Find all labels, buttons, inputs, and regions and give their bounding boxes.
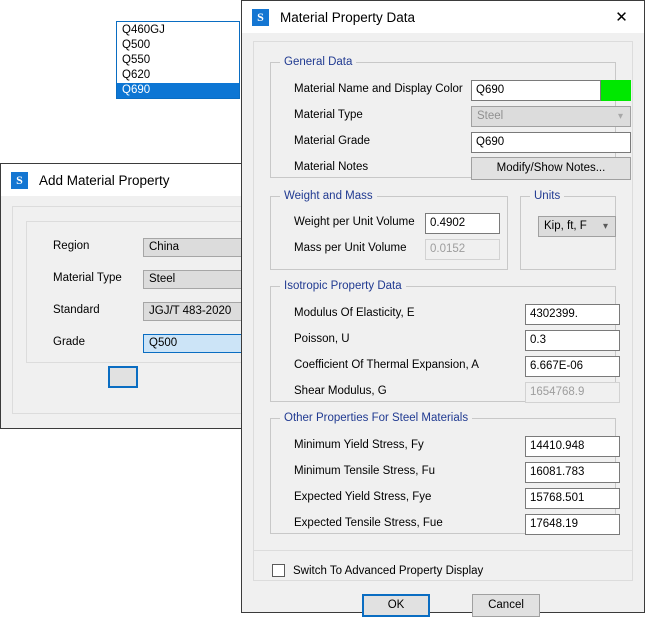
- material-property-data-window: S Material Property Data ✕ General Data …: [241, 0, 645, 613]
- chevron-down-icon: ▾: [618, 107, 623, 126]
- mass-per-unit-volume-row: Mass per Unit Volume 0.0152: [271, 239, 507, 260]
- grade-dropdown-list[interactable]: Q460GJ Q500 Q550 Q620 Q690: [116, 21, 240, 99]
- checkbox-box-icon[interactable]: [272, 564, 285, 577]
- add-material-property-window: S Add Material Property Region China Mat…: [0, 163, 243, 429]
- material-grade-row: Material Grade Q690: [271, 132, 615, 153]
- minimum-yield-stress-input[interactable]: 14410.948: [525, 436, 620, 457]
- weight-per-unit-volume-input[interactable]: 0.4902: [425, 213, 500, 234]
- material-type-label: Material Type: [53, 272, 122, 284]
- modulus-of-elasticity-row: Modulus Of Elasticity, E 4302399.: [271, 304, 615, 325]
- display-color-swatch[interactable]: [601, 80, 631, 101]
- mass-per-unit-volume-label: Mass per Unit Volume: [294, 242, 407, 254]
- switch-advanced-display-label: Switch To Advanced Property Display: [293, 565, 483, 577]
- material-name-row: Material Name and Display Color Q690: [271, 80, 615, 101]
- dropdown-option[interactable]: Q620: [117, 68, 239, 83]
- material-property-titlebar[interactable]: S Material Property Data ✕: [242, 1, 644, 33]
- material-grade-label: Material Grade: [294, 135, 370, 147]
- expected-yield-stress-label: Expected Yield Stress, Fye: [294, 491, 431, 503]
- modify-show-notes-button[interactable]: Modify/Show Notes...: [471, 157, 631, 180]
- material-notes-label: Material Notes: [294, 161, 368, 173]
- weight-per-unit-volume-label: Weight per Unit Volume: [294, 216, 415, 228]
- minimum-tensile-stress-label: Minimum Tensile Stress, Fu: [294, 465, 435, 477]
- dropdown-option-selected[interactable]: Q690: [117, 83, 239, 98]
- units-group: Units Kip, ft, F ▾: [520, 196, 616, 270]
- dropdown-option[interactable]: Q460GJ: [117, 23, 239, 38]
- other-steel-legend: Other Properties For Steel Materials: [280, 412, 472, 424]
- add-material-ok-button[interactable]: [108, 366, 138, 388]
- material-property-panel: General Data Material Name and Display C…: [253, 41, 633, 581]
- isotropic-legend: Isotropic Property Data: [280, 280, 406, 292]
- material-type-value: Steel: [477, 110, 503, 122]
- material-type-select: Steel ▾: [471, 106, 631, 127]
- other-steel-properties-group: Other Properties For Steel Materials Min…: [270, 418, 616, 534]
- expected-tensile-stress-row: Expected Tensile Stress, Fue 17648.19: [271, 514, 615, 535]
- material-grade-input[interactable]: Q690: [471, 132, 631, 153]
- poisson-input[interactable]: 0.3: [525, 330, 620, 351]
- modulus-of-elasticity-input[interactable]: 4302399.: [525, 304, 620, 325]
- region-label: Region: [53, 240, 89, 252]
- grade-label: Grade: [53, 336, 85, 348]
- mass-per-unit-volume-input: 0.0152: [425, 239, 500, 260]
- modulus-of-elasticity-label: Modulus Of Elasticity, E: [294, 307, 415, 319]
- isotropic-property-data-group: Isotropic Property Data Modulus Of Elast…: [270, 286, 616, 402]
- material-name-input[interactable]: Q690: [471, 80, 601, 101]
- shear-modulus-row: Shear Modulus, G 1654768.9: [271, 382, 615, 403]
- units-legend: Units: [530, 190, 564, 202]
- material-property-body: General Data Material Name and Display C…: [242, 33, 644, 612]
- expected-yield-stress-row: Expected Yield Stress, Fye 15768.501: [271, 488, 615, 509]
- app-logo-icon: S: [252, 9, 269, 26]
- material-name-label: Material Name and Display Color: [294, 83, 463, 95]
- standard-label: Standard: [53, 304, 100, 316]
- minimum-yield-stress-label: Minimum Yield Stress, Fy: [294, 439, 424, 451]
- weight-and-mass-legend: Weight and Mass: [280, 190, 377, 202]
- app-logo-icon: S: [11, 172, 28, 189]
- expected-tensile-stress-label: Expected Tensile Stress, Fue: [294, 517, 443, 529]
- shear-modulus-input: 1654768.9: [525, 382, 620, 403]
- add-material-titlebar[interactable]: S Add Material Property: [1, 164, 242, 196]
- poisson-label: Poisson, U: [294, 333, 350, 345]
- thermal-expansion-input[interactable]: 6.667E-06: [525, 356, 620, 377]
- material-type-label: Material Type: [294, 109, 363, 121]
- close-icon[interactable]: ✕: [599, 1, 644, 33]
- footer-divider: [254, 550, 632, 551]
- dropdown-option[interactable]: Q550: [117, 53, 239, 68]
- minimum-tensile-stress-row: Minimum Tensile Stress, Fu 16081.783: [271, 462, 615, 483]
- ok-button[interactable]: OK: [362, 594, 430, 617]
- shear-modulus-label: Shear Modulus, G: [294, 385, 387, 397]
- poisson-row: Poisson, U 0.3: [271, 330, 615, 351]
- thermal-expansion-label: Coefficient Of Thermal Expansion, A: [294, 359, 479, 371]
- units-select[interactable]: Kip, ft, F ▾: [538, 216, 616, 237]
- add-material-title: Add Material Property: [39, 173, 170, 188]
- expected-yield-stress-input[interactable]: 15768.501: [525, 488, 620, 509]
- thermal-expansion-row: Coefficient Of Thermal Expansion, A 6.66…: [271, 356, 615, 377]
- chevron-down-icon: ▾: [603, 217, 608, 236]
- minimum-yield-stress-row: Minimum Yield Stress, Fy 14410.948: [271, 436, 615, 457]
- switch-advanced-display-checkbox[interactable]: Switch To Advanced Property Display: [272, 564, 483, 577]
- expected-tensile-stress-input[interactable]: 17648.19: [525, 514, 620, 535]
- material-notes-row: Material Notes Modify/Show Notes...: [271, 158, 615, 179]
- weight-and-mass-group: Weight and Mass Weight per Unit Volume 0…: [270, 196, 508, 270]
- units-value: Kip, ft, F: [544, 220, 587, 232]
- cancel-button[interactable]: Cancel: [472, 594, 540, 617]
- add-material-body: Region China Material Type Steel Standar…: [1, 196, 242, 428]
- material-property-title: Material Property Data: [280, 10, 415, 25]
- minimum-tensile-stress-input[interactable]: 16081.783: [525, 462, 620, 483]
- dropdown-option[interactable]: Q500: [117, 38, 239, 53]
- general-data-legend: General Data: [280, 56, 356, 68]
- weight-per-unit-volume-row: Weight per Unit Volume 0.4902: [271, 213, 507, 234]
- general-data-group: General Data Material Name and Display C…: [270, 62, 616, 178]
- material-type-row: Material Type Steel ▾: [271, 106, 615, 127]
